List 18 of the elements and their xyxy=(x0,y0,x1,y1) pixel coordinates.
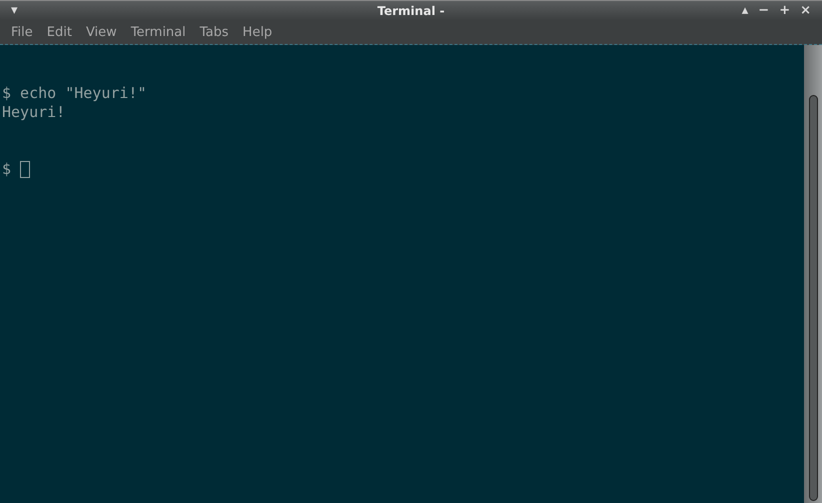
window-title: Terminal - xyxy=(377,4,445,18)
shade-button[interactable]: ▴ xyxy=(736,2,754,18)
menu-item[interactable]: File xyxy=(4,24,40,40)
menu-item[interactable]: Tabs xyxy=(192,24,236,40)
cursor xyxy=(20,161,30,178)
menu-item[interactable]: Terminal xyxy=(124,24,193,40)
terminal-line: $ echo "Heyuri!" xyxy=(2,84,146,103)
terminal-line: Heyuri! xyxy=(2,103,66,122)
menu-item[interactable]: View xyxy=(78,24,124,40)
scrollbar[interactable] xyxy=(804,45,822,503)
window-menu-button[interactable]: ▾ xyxy=(6,2,23,18)
close-button[interactable]: × xyxy=(795,2,816,18)
minimize-button[interactable]: − xyxy=(753,2,774,18)
prompt: $ xyxy=(2,160,12,179)
scrollbar-thumb[interactable] xyxy=(808,95,818,501)
menu-item[interactable]: Edit xyxy=(40,24,79,40)
maximize-button[interactable]: + xyxy=(774,2,796,18)
menu-item[interactable]: Help xyxy=(236,24,280,40)
